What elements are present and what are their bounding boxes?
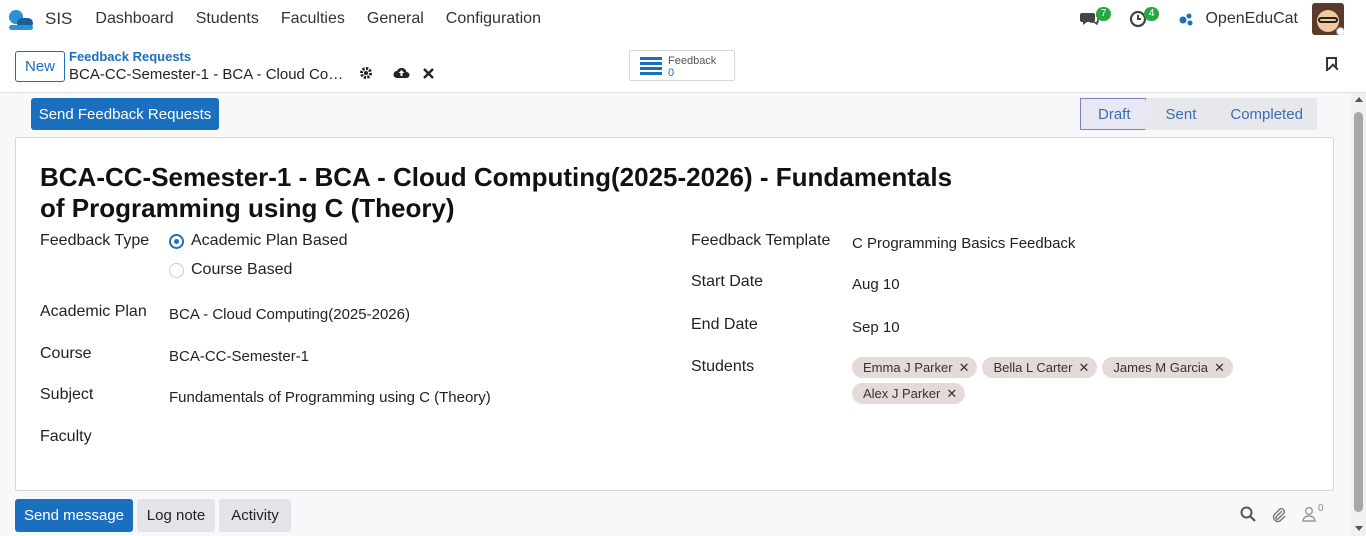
activity-button[interactable]: Activity	[219, 499, 291, 532]
option-course-based[interactable]: Course Based	[191, 261, 292, 279]
remove-tag-icon[interactable]: ✕	[946, 386, 957, 402]
end-date-label: End Date	[691, 316, 758, 333]
remove-tag-icon[interactable]: ✕	[959, 360, 970, 376]
company-switch-icon[interactable]	[1173, 6, 1199, 32]
record-title[interactable]: BCA-CC-Semester-1 - BCA - Cloud Computin…	[40, 162, 980, 224]
feedback-template-field[interactable]: C Programming Basics Feedback	[852, 235, 1075, 252]
user-avatar[interactable]	[1312, 3, 1344, 35]
new-button[interactable]: New	[15, 51, 65, 82]
menu-faculties[interactable]: Faculties	[270, 10, 356, 28]
academic-plan-label: Academic Plan	[40, 303, 147, 320]
cloud-upload-icon[interactable]	[393, 66, 410, 82]
start-date-label: Start Date	[691, 273, 764, 290]
messages-icon[interactable]: 7	[1077, 6, 1112, 32]
menu-configuration[interactable]: Configuration	[435, 10, 552, 28]
search-icon[interactable]	[1240, 506, 1256, 527]
smart-button-value: 0	[668, 67, 675, 79]
smart-button-label: Feedback	[668, 55, 717, 67]
student-tag[interactable]: Bella L Carter ✕	[982, 357, 1098, 378]
gear-icon[interactable]	[359, 66, 373, 83]
student-tag[interactable]: Alex J Parker ✕	[852, 383, 966, 404]
stage-draft[interactable]: Draft	[1080, 98, 1152, 131]
remove-tag-icon[interactable]: ✕	[1214, 360, 1225, 376]
paperclip-icon[interactable]	[1270, 506, 1287, 528]
feedback-type-label: Feedback Type	[40, 232, 150, 249]
followers-count: 0	[1318, 503, 1324, 514]
company-name[interactable]: OpenEduCat	[1205, 10, 1298, 28]
menu-general[interactable]: General	[356, 10, 435, 28]
menu-dashboard[interactable]: Dashboard	[84, 10, 184, 28]
student-tag[interactable]: Emma J Parker ✕	[852, 357, 978, 378]
breadcrumb-parent[interactable]: Feedback Requests	[69, 49, 191, 64]
systray: 7 4 OpenEduCat	[1077, 0, 1366, 38]
course-field[interactable]: BCA-CC-Semester-1	[169, 348, 309, 365]
students-label: Students	[691, 358, 755, 375]
top-navbar: SIS Dashboard Students Faculties General…	[0, 0, 1366, 38]
option-academic-plan-based[interactable]: Academic Plan Based	[191, 232, 348, 250]
student-tag[interactable]: James M Garcia ✕	[1102, 357, 1233, 378]
scroll-up-arrow[interactable]	[1355, 97, 1363, 102]
app-name[interactable]: SIS	[45, 9, 72, 29]
followers-icon[interactable]	[1302, 506, 1316, 527]
subject-label: Subject	[40, 386, 94, 403]
menu-students[interactable]: Students	[185, 10, 270, 28]
send-message-button[interactable]: Send message	[15, 499, 133, 532]
discard-close-icon[interactable]	[423, 66, 434, 82]
start-date-field[interactable]: Aug 10	[852, 276, 900, 293]
breadcrumb-current: BCA-CC-Semester-1 - BCA - Cloud Computin…	[69, 66, 349, 83]
academic-plan-field[interactable]: BCA - Cloud Computing(2025-2026)	[169, 306, 410, 323]
list-icon	[640, 57, 662, 75]
radio-academic-plan-based[interactable]	[169, 234, 184, 249]
scroll-down-arrow[interactable]	[1355, 526, 1363, 531]
feedback-smart-button[interactable]: Feedback 0	[629, 50, 735, 81]
status-bar: Draft Sent Completed	[1080, 98, 1317, 131]
faculty-field[interactable]	[169, 431, 469, 449]
activities-count-badge: 4	[1143, 7, 1160, 21]
form-sheet: BCA-CC-Semester-1 - BCA - Cloud Computin…	[15, 137, 1334, 491]
scrollbar-thumb[interactable]	[1354, 112, 1363, 512]
control-panel: New Feedback Requests BCA-CC-Semester-1 …	[0, 38, 1366, 93]
stage-completed[interactable]: Completed	[1210, 98, 1317, 130]
remove-tag-icon[interactable]: ✕	[1078, 360, 1089, 376]
faculty-label: Faculty	[40, 428, 92, 445]
send-feedback-requests-button[interactable]: Send Feedback Requests	[31, 98, 219, 130]
activity-clock-icon[interactable]: 4	[1125, 6, 1160, 32]
radio-course-based[interactable]	[169, 263, 184, 278]
students-tags[interactable]: Emma J Parker ✕ Bella L Carter ✕ James M G…	[852, 357, 1252, 404]
stage-sent[interactable]: Sent	[1145, 98, 1219, 130]
main-menu: Dashboard Students Faculties General Con…	[84, 10, 552, 28]
end-date-field[interactable]: Sep 10	[852, 319, 900, 336]
feedback-template-label: Feedback Template	[691, 232, 831, 249]
course-label: Course	[40, 345, 92, 362]
subject-field[interactable]: Fundamentals of Programming using C (The…	[169, 389, 491, 406]
app-menu-icon[interactable]	[6, 4, 36, 34]
bookmark-icon[interactable]	[1326, 57, 1337, 71]
log-note-button[interactable]: Log note	[137, 499, 215, 532]
messages-count-badge: 7	[1095, 7, 1112, 21]
